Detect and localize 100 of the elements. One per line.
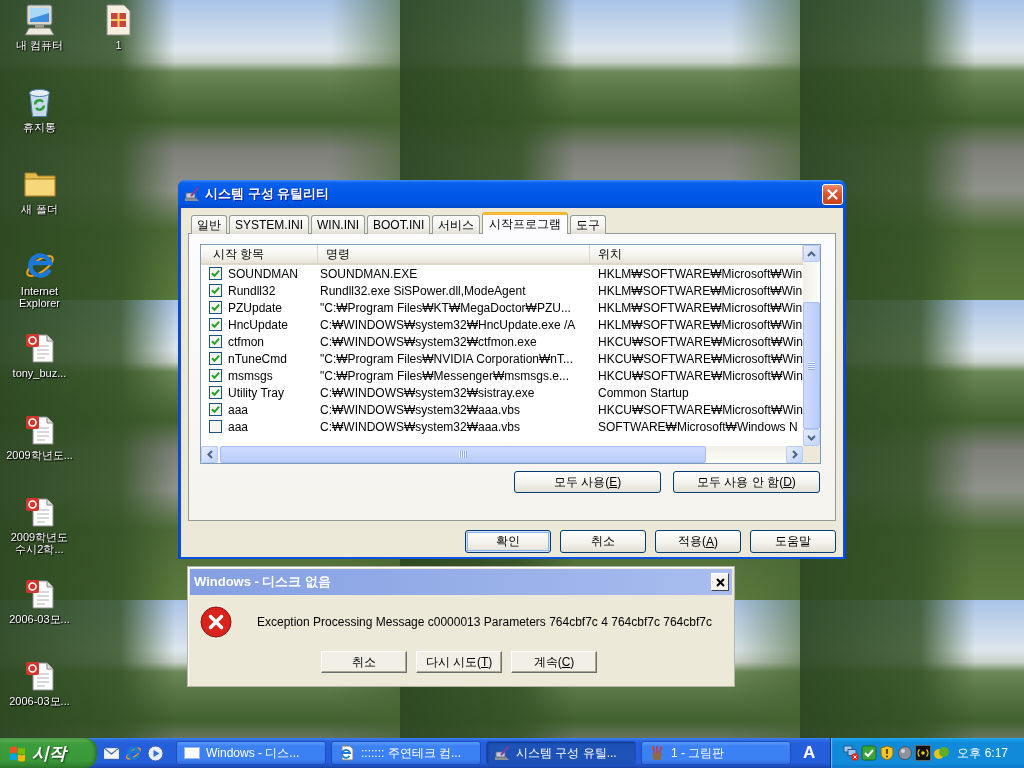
dialog-button[interactable]: 취소 bbox=[560, 530, 646, 553]
command-path: C:₩WINDOWS₩system32₩sistray.exe bbox=[320, 385, 535, 400]
document-icon[interactable] bbox=[25, 497, 54, 527]
startup-item-label: ctfmon bbox=[228, 334, 264, 349]
registry-location: HKCU₩SOFTWARE₩Microsoft₩Win bbox=[598, 334, 803, 349]
scrollbar-corner bbox=[803, 446, 820, 463]
start-button[interactable]: 시작 bbox=[0, 738, 97, 768]
dialog-button[interactable]: 계속(C) bbox=[511, 651, 597, 673]
checkbox[interactable] bbox=[209, 352, 222, 365]
taskbar-button[interactable]: 시스템 구성 유틸... bbox=[486, 741, 636, 765]
scroll-up-button[interactable] bbox=[803, 245, 820, 262]
tab[interactable]: WIN.INI bbox=[311, 215, 365, 234]
chevron-left-icon bbox=[206, 450, 213, 459]
broadcast-icon[interactable] bbox=[915, 745, 931, 761]
action-button[interactable]: 모두 사용(E) bbox=[514, 471, 661, 493]
tab[interactable]: 서비스 bbox=[432, 215, 481, 234]
registry-location: SOFTWARE₩Microsoft₩Windows N bbox=[598, 419, 798, 434]
close-icon bbox=[827, 188, 838, 200]
computer-icon[interactable] bbox=[23, 4, 56, 36]
command-path: SOUNDMAN.EXE bbox=[320, 266, 418, 281]
chevron-up-icon bbox=[807, 250, 816, 257]
registry-location: HKLM₩SOFTWARE₩Microsoft₩Win bbox=[598, 266, 803, 281]
registry-location: HKCU₩SOFTWARE₩Microsoft₩Win bbox=[598, 402, 803, 417]
desktop-icon-label[interactable]: 새 폴더 bbox=[1, 203, 78, 215]
command-path: C:₩WINDOWS₩system32₩HncUpdate.exe /A bbox=[320, 317, 576, 332]
tab[interactable]: 도구 bbox=[570, 215, 607, 234]
chevron-right-icon bbox=[791, 450, 798, 459]
registry-location: HKLM₩SOFTWARE₩Microsoft₩Win bbox=[598, 300, 803, 315]
action-button[interactable]: 모두 사용 안 함(D) bbox=[673, 471, 820, 493]
desktop-icon-label[interactable]: 2009학년도 수시2학... bbox=[1, 531, 78, 555]
startup-item-label: Rundll32 bbox=[228, 283, 276, 298]
dialog-button[interactable]: 확인 bbox=[465, 530, 551, 553]
scrollbar-thumb[interactable] bbox=[220, 446, 706, 463]
registry-location: HKCU₩SOFTWARE₩Microsoft₩Win bbox=[598, 351, 803, 366]
taskbar-button[interactable]: 1 - 그림판 bbox=[641, 741, 791, 765]
scrollbar-thumb[interactable] bbox=[803, 302, 820, 429]
tab[interactable]: SYSTEM.INI bbox=[229, 215, 309, 234]
desktop-icon-label[interactable]: 2006-03모... bbox=[1, 695, 78, 707]
tab[interactable]: 시작프로그램 bbox=[482, 212, 569, 234]
command-path: Rundll32.exe SiSPower.dll,ModeAgent bbox=[320, 283, 526, 298]
folder-icon[interactable] bbox=[23, 171, 56, 197]
checkbox[interactable] bbox=[209, 335, 222, 348]
pen-icon bbox=[494, 745, 510, 761]
registry-location: HKCU₩SOFTWARE₩Microsoft₩Win bbox=[598, 368, 803, 383]
checkbox[interactable] bbox=[209, 301, 222, 314]
warning-shield-icon[interactable] bbox=[879, 745, 895, 761]
dialog-button[interactable]: 적용(A) bbox=[655, 530, 741, 553]
error-icon bbox=[200, 606, 232, 638]
command-path: "C:₩Program Files₩NVIDIA Corporation₩nT... bbox=[320, 351, 573, 366]
taskbar-button[interactable]: Windows - 디스... bbox=[176, 741, 326, 765]
desktop-icon-label[interactable]: 내 컴퓨터 bbox=[1, 39, 78, 51]
command-path: C:₩WINDOWS₩system32₩ctfmon.exe bbox=[320, 334, 537, 349]
command-path: "C:₩Program Files₩Messenger₩msmsgs.e... bbox=[320, 368, 569, 383]
desktop-icon-label[interactable]: 1 bbox=[80, 39, 157, 51]
checkbox[interactable] bbox=[209, 284, 222, 297]
checkbox[interactable] bbox=[209, 267, 222, 280]
command-path: "C:₩Program Files₩KT₩MegaDoctor₩PZU... bbox=[320, 300, 571, 315]
network-icon[interactable] bbox=[843, 745, 859, 761]
desktop-icon-label[interactable]: tony_buz... bbox=[1, 367, 78, 379]
column-header[interactable]: 명령 bbox=[318, 245, 590, 263]
dialog-button[interactable]: 도움말 bbox=[750, 530, 836, 553]
flag-icon bbox=[9, 744, 26, 762]
document-icon[interactable] bbox=[25, 661, 54, 691]
desktop-icon-label[interactable]: 2006-03모... bbox=[1, 613, 78, 625]
command-path: C:₩WINDOWS₩system32₩aaa.vbs bbox=[320, 402, 520, 417]
scroll-down-button[interactable] bbox=[803, 429, 820, 446]
scroll-right-button[interactable] bbox=[786, 446, 803, 463]
desktop-icon-label[interactable]: 2009학년도... bbox=[1, 449, 78, 461]
desktop-icon-label[interactable]: 휴지통 bbox=[1, 121, 78, 133]
taskbar-button[interactable]: ::::::: 주연테크 컴... bbox=[331, 741, 481, 765]
registry-location: HKLM₩SOFTWARE₩Microsoft₩Win bbox=[598, 317, 803, 332]
checkbox[interactable] bbox=[209, 420, 222, 433]
checkbox[interactable] bbox=[209, 403, 222, 416]
close-button[interactable] bbox=[711, 573, 729, 591]
envelope-icon[interactable] bbox=[103, 744, 120, 762]
sphere-icon[interactable] bbox=[897, 745, 913, 761]
play-icon[interactable] bbox=[147, 744, 164, 762]
registry-location: Common Startup bbox=[598, 385, 689, 400]
recycle-bin-icon[interactable] bbox=[29, 87, 50, 117]
startup-item-label: aaa bbox=[228, 402, 249, 417]
column-header[interactable]: 시작 항목 bbox=[201, 245, 318, 263]
document-icon[interactable] bbox=[25, 415, 54, 445]
document-icon[interactable] bbox=[25, 579, 54, 609]
dialog-button[interactable]: 다시 시도(T) bbox=[416, 651, 502, 673]
tab[interactable]: BOOT.INI bbox=[367, 215, 431, 234]
checkbox[interactable] bbox=[209, 369, 222, 382]
registry-location: HKLM₩SOFTWARE₩Microsoft₩Win bbox=[598, 283, 803, 298]
checkbox[interactable] bbox=[209, 386, 222, 399]
scroll-left-button[interactable] bbox=[201, 446, 218, 463]
desktop-icon-label[interactable]: Internet Explorer bbox=[1, 285, 78, 309]
dialog-title: Windows - 디스크 없음 bbox=[194, 573, 332, 591]
document-icon[interactable] bbox=[25, 333, 54, 363]
close-icon bbox=[715, 577, 725, 587]
language-indicator[interactable]: A bbox=[803, 743, 816, 763]
dialog-button[interactable]: 취소 bbox=[321, 651, 407, 673]
tab[interactable]: 일반 bbox=[191, 215, 227, 234]
image-file-icon[interactable] bbox=[106, 4, 131, 36]
check-icon[interactable] bbox=[861, 745, 877, 761]
checkbox[interactable] bbox=[209, 318, 222, 331]
startup-item-label: SOUNDMAN bbox=[228, 266, 298, 281]
